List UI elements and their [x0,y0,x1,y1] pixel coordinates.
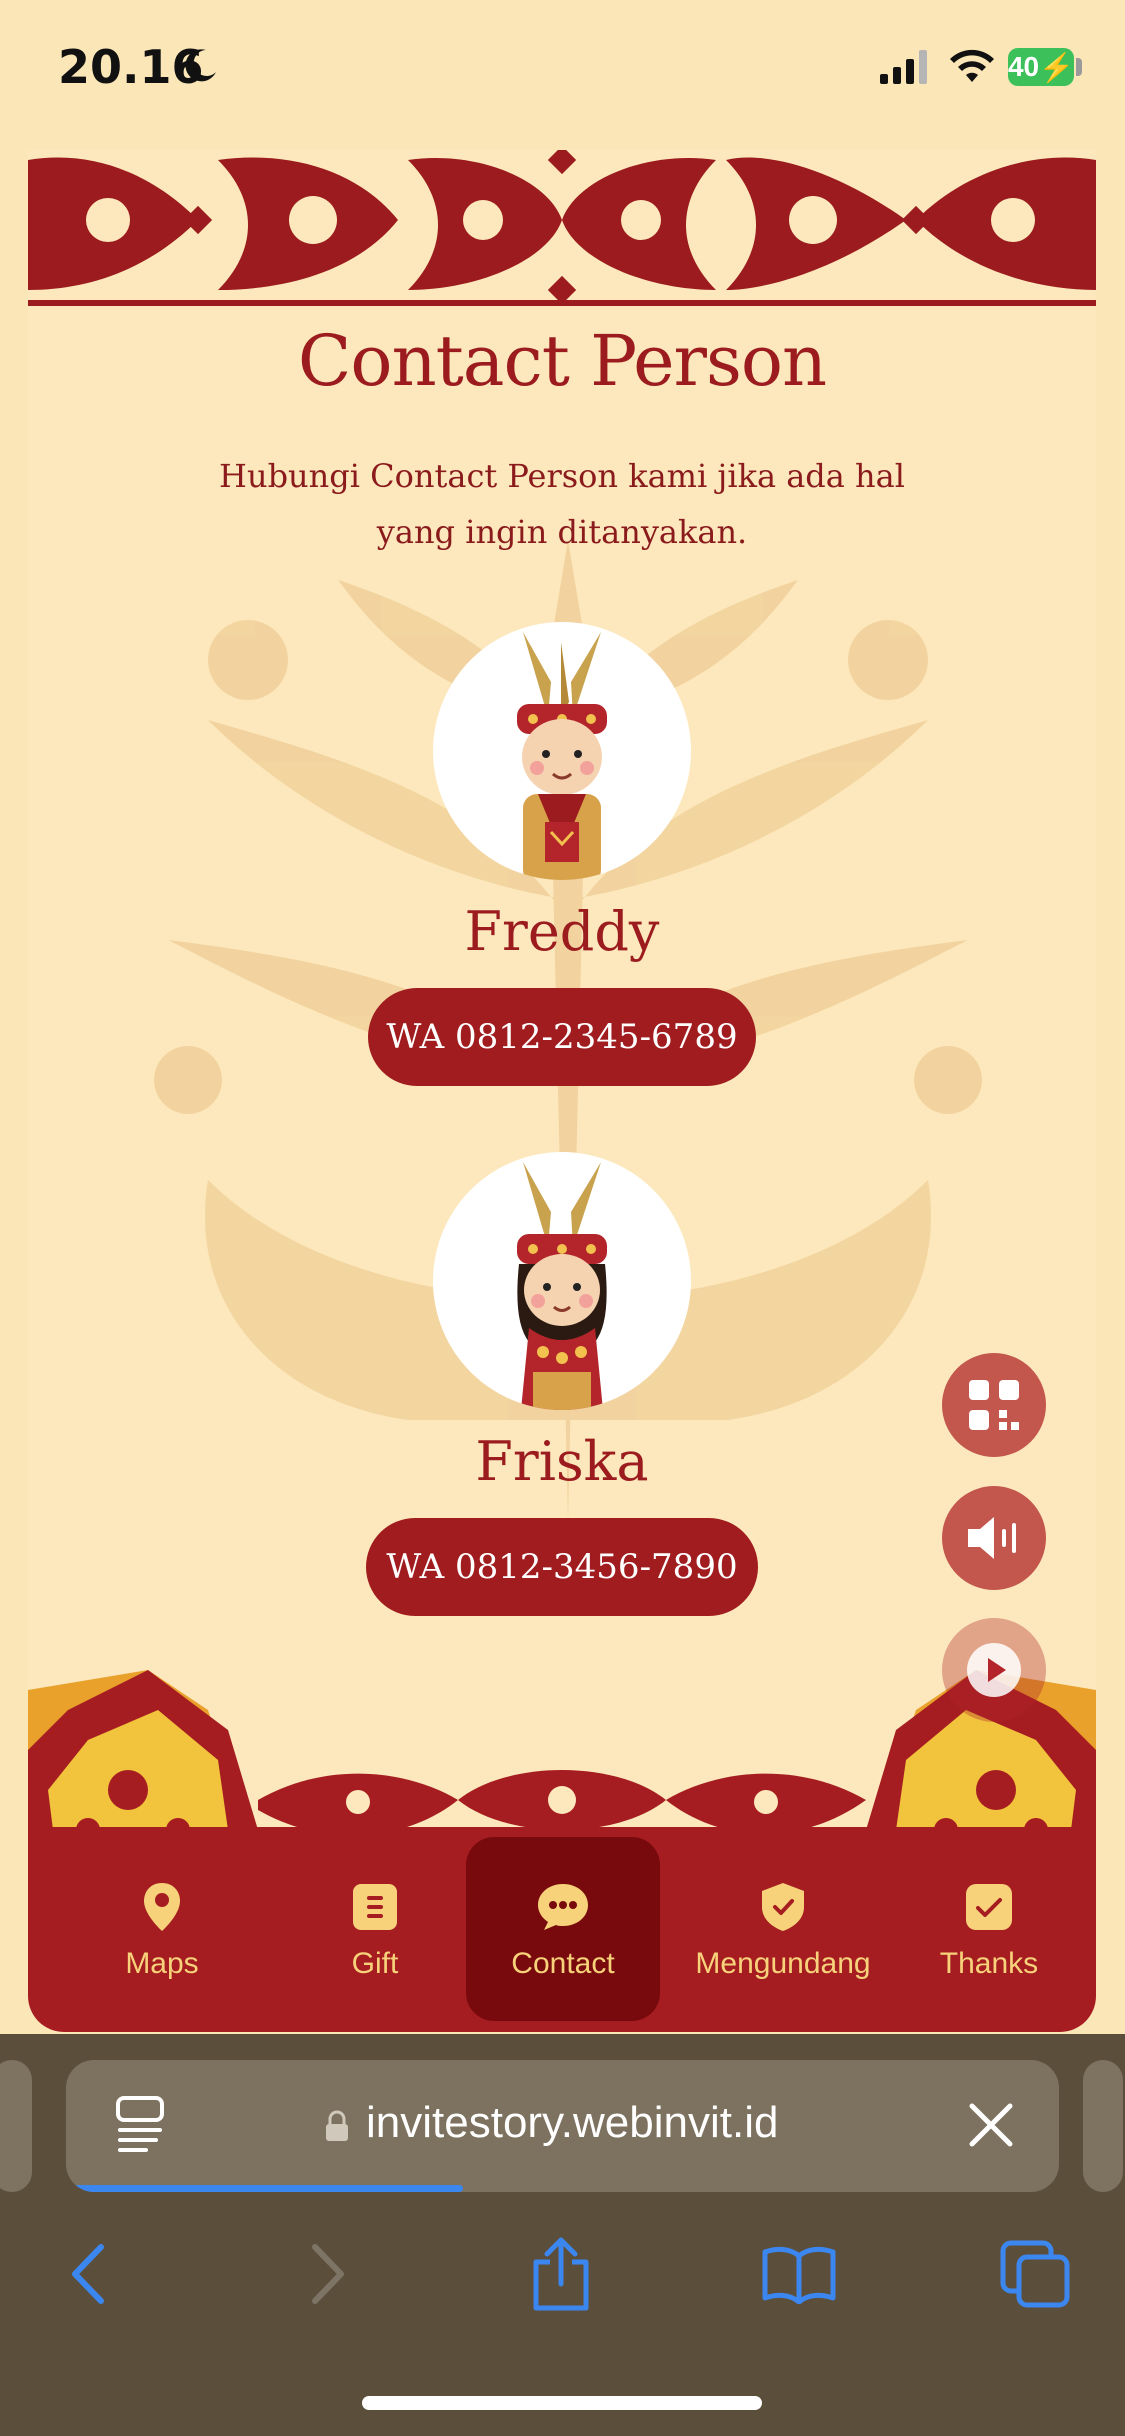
contact-avatar-bride [433,1152,691,1410]
autoplay-button[interactable] [942,1618,1046,1722]
shield-check-icon [762,1883,804,1931]
gift-icon [353,1884,397,1930]
tabs-icon [1000,2240,1070,2308]
tab-label: Mengundang [695,1947,871,1980]
reader-mode-icon[interactable] [116,2096,164,2154]
contact-avatar-groom [433,622,691,880]
speaker-icon [968,1517,1016,1559]
music-toggle-button[interactable] [942,1486,1046,1590]
contact-name: Freddy [464,900,660,963]
wifi-icon [950,49,994,82]
cellular-signal-icon [880,50,927,84]
bottom-tab-bar: Maps Gift Contact Mengundang Thanks [28,1827,1096,2032]
tab-maps[interactable]: Maps [62,1827,262,2032]
close-icon[interactable] [966,2100,1016,2150]
contact-name: Friska [475,1430,649,1493]
charging-bolt-icon: ⚡ [1039,51,1075,83]
tab-label: Contact [511,1947,615,1980]
tab-label: Gift [351,1947,399,1980]
chat-bubble-icon [538,1884,588,1930]
battery-cap [1076,58,1082,76]
tab-label: Maps [125,1947,199,1980]
page-load-progress [66,2185,464,2192]
url-text: invitestory.webinvit.id [366,2098,779,2147]
address-bar[interactable]: invitestory.webinvit.id [66,2060,1059,2192]
tab-label: Thanks [939,1947,1039,1980]
groom-illustration-icon [517,632,607,880]
moon-icon [185,49,216,82]
back-button[interactable] [42,2224,132,2324]
share-icon [533,2237,589,2311]
previous-tab-preview[interactable] [0,2060,32,2192]
tab-thanks[interactable]: Thanks [889,1827,1089,2032]
chevron-right-icon [312,2244,344,2304]
next-tab-preview[interactable] [1083,2060,1123,2192]
battery-indicator: 40 ⚡ [1008,48,1074,86]
tabs-button[interactable] [990,2224,1080,2324]
tab-mengundang[interactable]: Mengundang [676,1827,890,2032]
forward-button[interactable] [284,2224,374,2324]
whatsapp-button[interactable]: WA 0812-2345-6789 [368,988,756,1086]
top-ornament-border [28,150,1096,312]
lock-icon [326,2110,348,2141]
section-title: Contact Person [297,320,827,402]
bookmarks-button[interactable] [754,2224,844,2324]
contact-section: Contact Person Hubungi Contact Person ka… [28,150,1096,2032]
browser-nav-row [0,2224,1125,2334]
tab-gift[interactable]: Gift [275,1827,475,2032]
home-indicator [362,2396,762,2410]
tab-contact[interactable]: Contact [466,1837,660,2021]
status-bar: 20.16 40 ⚡ [0,0,1125,140]
qr-code-button[interactable] [942,1353,1046,1457]
section-subtitle: Hubungi Contact Person kami jika ada hal… [219,457,905,551]
book-icon [762,2246,836,2304]
battery-level: 40 [1007,51,1040,82]
share-button[interactable] [516,2224,606,2324]
chevron-left-icon [72,2244,104,2304]
play-circle-icon [967,1643,1021,1697]
bride-illustration-icon [517,1162,607,1410]
qr-code-icon [969,1380,1019,1430]
location-pin-icon [144,1883,180,1931]
check-badge-icon [966,1884,1012,1930]
